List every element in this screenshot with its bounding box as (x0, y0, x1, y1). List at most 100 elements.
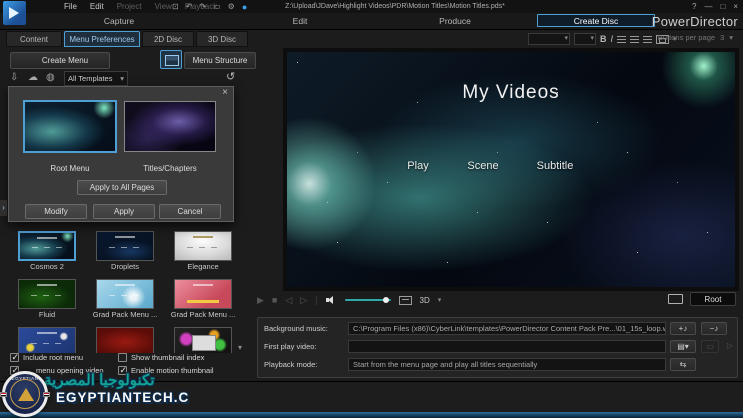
cancel-button[interactable]: Cancel (159, 204, 221, 219)
close-icon[interactable]: × (222, 87, 228, 98)
template-thumbnail[interactable] (18, 327, 76, 353)
include-root-menu-label: Include root menu (23, 353, 83, 362)
bold-button[interactable]: B (600, 34, 607, 44)
template-thumbnail[interactable] (96, 327, 154, 353)
buttons-per-page-value[interactable]: 3 (720, 33, 724, 42)
template-item[interactable]: Fluid (8, 277, 86, 325)
menu-button-play[interactable]: Play (407, 160, 428, 172)
aspect-ratio-icon[interactable]: ▭ (213, 2, 221, 11)
playback-mode-button[interactable]: ⇆ (670, 358, 696, 371)
apply-to-all-pages-button[interactable]: Apply to All Pages (77, 180, 167, 195)
quick-toolbar: ⊡ ↶ ↷ ▭ ⚙ ● (172, 0, 247, 13)
menu-structure-icon[interactable] (160, 50, 182, 69)
show-thumbnail-index-checkbox[interactable] (118, 353, 127, 362)
restore-button[interactable]: □ (720, 2, 725, 11)
monitor-icon[interactable] (668, 294, 683, 304)
menu-title-text[interactable]: My Videos (287, 82, 735, 104)
display-icon[interactable]: ⊡ (172, 2, 179, 11)
apply-button[interactable]: Apply (93, 204, 155, 219)
menu-button-subtitle[interactable]: Subtitle (537, 160, 574, 172)
chevron-down-icon[interactable]: ▾ (729, 33, 733, 42)
font-family-dropdown[interactable]: ▾ (528, 33, 570, 45)
tab-produce[interactable]: Produce (424, 13, 486, 29)
brand-name: PowerDirector (652, 14, 738, 29)
minimize-button[interactable]: — (704, 2, 712, 11)
template-item[interactable]: Grad Pack Menu ... (86, 277, 164, 325)
speaker-icon[interactable] (326, 295, 337, 305)
template-thumbnail[interactable] (96, 279, 154, 309)
menu-edit[interactable]: Edit (90, 2, 104, 11)
first-play-video-field[interactable] (348, 340, 666, 353)
italic-button[interactable]: I (611, 34, 614, 44)
next-icon[interactable]: ▷ (300, 295, 307, 306)
tab-content[interactable]: Content (6, 31, 62, 47)
template-item[interactable]: Grad Pack Menu ... (164, 277, 242, 325)
cloud-icon[interactable]: ☁ (28, 72, 38, 83)
create-menu-button[interactable]: Create Menu (10, 52, 110, 69)
menu-opening-video-checkbox[interactable] (10, 366, 19, 375)
close-button[interactable]: × (733, 2, 738, 11)
menu-structure-button[interactable]: Menu Structure (184, 52, 256, 69)
template-name: Cosmos 2 (8, 262, 86, 271)
stop-icon[interactable]: ■ (272, 295, 277, 305)
tab-create-disc[interactable]: Create Disc (537, 14, 655, 27)
panel-expand-arrow[interactable]: › (0, 200, 7, 216)
template-item[interactable] (164, 325, 242, 353)
template-thumbnail[interactable] (18, 231, 76, 261)
undo-icon[interactable]: ↶ (186, 2, 193, 11)
template-item[interactable] (8, 325, 86, 353)
template-item[interactable]: Elegance (164, 229, 242, 277)
clear-video-button: ▭ (701, 340, 719, 353)
add-music-button[interactable]: +♪ (670, 322, 696, 335)
tab-menu-preferences[interactable]: Menu Preferences (64, 31, 140, 47)
align-left-icon[interactable] (617, 36, 626, 43)
template-item[interactable] (86, 325, 164, 353)
snapshot-icon[interactable] (399, 296, 412, 305)
font-size-dropdown[interactable]: ▾ (574, 33, 596, 45)
3d-mode-label[interactable]: 3D (420, 296, 430, 305)
template-filter-dropdown[interactable]: All Templates▾ (64, 71, 128, 86)
root-menu-thumbnail[interactable] (23, 100, 117, 153)
volume-slider[interactable] (345, 299, 391, 301)
tab-edit[interactable]: Edit (272, 13, 328, 29)
tab-2d-disc[interactable]: 2D Disc (142, 31, 194, 47)
template-thumbnail[interactable] (174, 327, 232, 353)
menu-button-scene[interactable]: Scene (467, 160, 498, 172)
remove-music-button[interactable]: −♪ (701, 322, 727, 335)
include-root-menu-checkbox[interactable] (10, 353, 19, 362)
menu-opening-video-label: menu opening video (36, 366, 104, 375)
menu-file[interactable]: File (64, 2, 77, 11)
template-thumbnail[interactable] (96, 231, 154, 261)
enable-motion-thumbnail-checkbox[interactable] (118, 366, 127, 375)
template-thumbnail[interactable] (18, 279, 76, 309)
template-item[interactable]: Droplets (86, 229, 164, 277)
root-button[interactable]: Root (690, 292, 736, 306)
play-icon[interactable]: ▶ (257, 295, 264, 306)
previous-icon[interactable]: ◁ (285, 295, 292, 306)
align-center-icon[interactable] (630, 36, 639, 43)
align-right-icon[interactable] (643, 36, 652, 43)
modify-button[interactable]: Modify (25, 204, 87, 219)
import-template-icon[interactable]: ⇩ (10, 72, 18, 83)
select-video-button[interactable]: ▤▾ (670, 340, 696, 353)
background-music-field[interactable]: C:\Program Files (x86)\CyberLink\templat… (348, 322, 666, 335)
tab-3d-disc[interactable]: 3D Disc (196, 31, 248, 47)
template-thumbnail[interactable] (174, 279, 232, 309)
scroll-down-arrow[interactable]: ▾ (238, 343, 242, 352)
chevron-down-icon[interactable]: ▾ (438, 296, 442, 304)
disc-settings-panel: Background music: C:\Program Files (x86)… (257, 317, 738, 378)
settings-gear-icon[interactable]: ⚙ (228, 2, 235, 11)
directorzone-icon[interactable]: ◍ (46, 72, 55, 83)
template-name: Grad Pack Menu ... (164, 310, 242, 319)
template-item[interactable]: Cosmos 2 (8, 229, 86, 277)
powerdirector-logo-icon (3, 1, 26, 25)
titles-chapters-thumbnail[interactable] (124, 101, 216, 152)
help-button[interactable]: ? (692, 2, 696, 11)
refresh-icon[interactable]: ↺ (226, 70, 235, 83)
playback-mode-field[interactable]: Start from the menu page and play all ti… (348, 358, 666, 371)
tab-capture[interactable]: Capture (88, 13, 150, 29)
playback-mode-label: Playback mode: (264, 358, 346, 372)
menu-preview[interactable]: My Videos Play Scene Subtitle (287, 52, 735, 287)
template-thumbnail[interactable] (174, 231, 232, 261)
redo-icon[interactable]: ↷ (199, 2, 206, 11)
